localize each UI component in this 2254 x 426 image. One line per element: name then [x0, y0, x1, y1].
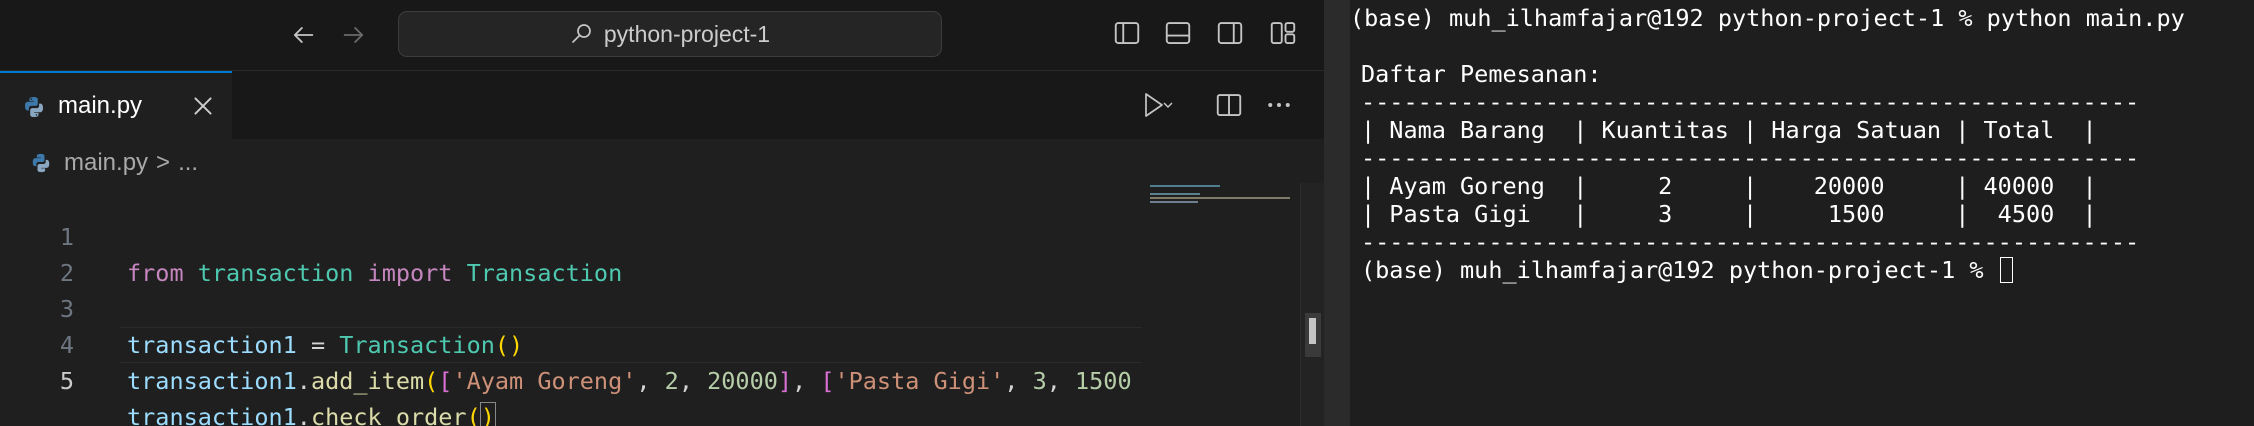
project-name: python-project-1 — [603, 20, 771, 47]
sidebar-right-icon — [1217, 22, 1243, 44]
window-divider — [1324, 0, 1350, 426]
toggle-secondary-sidebar-button[interactable] — [1215, 18, 1247, 50]
command-center-search[interactable]: python-project-1 — [398, 11, 942, 57]
terminal-line: ----------------------------------------… — [1361, 144, 2140, 172]
arrow-right-icon — [343, 27, 364, 43]
terminal-line: (base) muh_ilhamfajar@192 python-project… — [1350, 4, 2185, 32]
customize-layout-button[interactable] — [1268, 18, 1300, 50]
terminal-line: | Nama Barang | Kuantitas | Harga Satuan… — [1361, 116, 2097, 144]
code-line-current: 5 transaction1.check_order() — [0, 327, 1142, 426]
tab-main-py[interactable]: main.py — [0, 71, 232, 139]
terminal-prompt-line: (base) muh_ilhamfajar@192 python-project… — [1361, 256, 2013, 284]
code-text: transaction1.add_item(['Ayam Goreng', 2,… — [127, 367, 1132, 395]
ellipsis-icon — [1268, 103, 1290, 107]
terminal-line: | Pasta Gigi | 3 | 1500 | 4500 | — [1361, 200, 2097, 228]
breadcrumb-symbols[interactable]: ... — [178, 149, 198, 177]
editor-pane: python-project-1 main.py main.py > ... 1… — [0, 0, 1325, 426]
python-icon — [25, 97, 43, 117]
minimap-line — [1150, 197, 1290, 199]
minimap-line — [1150, 201, 1198, 203]
terminal-line: ----------------------------------------… — [1361, 88, 2140, 116]
toggle-panel-button[interactable] — [1163, 18, 1195, 50]
code-line: 2 — [0, 219, 1142, 287]
more-actions-button[interactable] — [1264, 90, 1294, 125]
close-icon[interactable] — [190, 93, 216, 119]
tab-bar: main.py — [0, 71, 1324, 139]
forward-button[interactable] — [337, 18, 371, 52]
terminal-cursor — [1999, 257, 2013, 283]
terminal-prompt: (base) muh_ilhamfajar@192 python-project… — [1361, 256, 1998, 284]
vertical-scrollbar[interactable] — [1300, 183, 1325, 426]
code-line: 4 transaction1.add_item(['Ayam Goreng', … — [0, 291, 1142, 395]
python-icon — [32, 153, 50, 173]
sidebar-left-icon — [1114, 22, 1140, 44]
terminal-window[interactable]: (base) muh_ilhamfajar@192 python-project… — [1350, 0, 2254, 426]
title-bar: python-project-1 — [0, 0, 1324, 71]
code-line: 1 from transaction import Transaction — [0, 183, 1142, 287]
cursor-position-marker — [1309, 318, 1316, 344]
code-line: 3 transaction1 = Transaction() — [0, 255, 1142, 359]
arrow-left-icon — [293, 27, 314, 43]
minimap-line — [1150, 185, 1220, 187]
tab-label: main.py — [58, 92, 143, 119]
toggle-primary-sidebar-button[interactable] — [1112, 18, 1144, 50]
search-icon — [572, 24, 591, 43]
minimap-line — [1150, 193, 1200, 195]
split-editor-button[interactable] — [1214, 90, 1244, 125]
breadcrumb: main.py > ... — [30, 148, 198, 178]
terminal-line: ----------------------------------------… — [1361, 228, 2140, 256]
terminal-line: | Ayam Goreng | 2 | 20000 | 40000 | — [1361, 172, 2097, 200]
back-button[interactable] — [286, 18, 320, 52]
minimap[interactable] — [1142, 183, 1292, 426]
code-editor[interactable]: 1 from transaction import Transaction 2 … — [0, 183, 1142, 426]
panel-bottom-icon — [1165, 22, 1191, 44]
line-number: 5 — [59, 367, 74, 395]
layout-grid-icon — [1270, 22, 1296, 44]
run-python-file-button[interactable] — [1134, 90, 1176, 125]
breadcrumb-separator: > — [156, 149, 171, 176]
code-text: transaction1.check_order() — [127, 399, 496, 426]
split-editor-icon — [1216, 94, 1242, 116]
play-icon — [1145, 93, 1173, 117]
terminal-line: Daftar Pemesanan: — [1361, 60, 1602, 88]
breadcrumb-file[interactable]: main.py — [64, 149, 148, 177]
